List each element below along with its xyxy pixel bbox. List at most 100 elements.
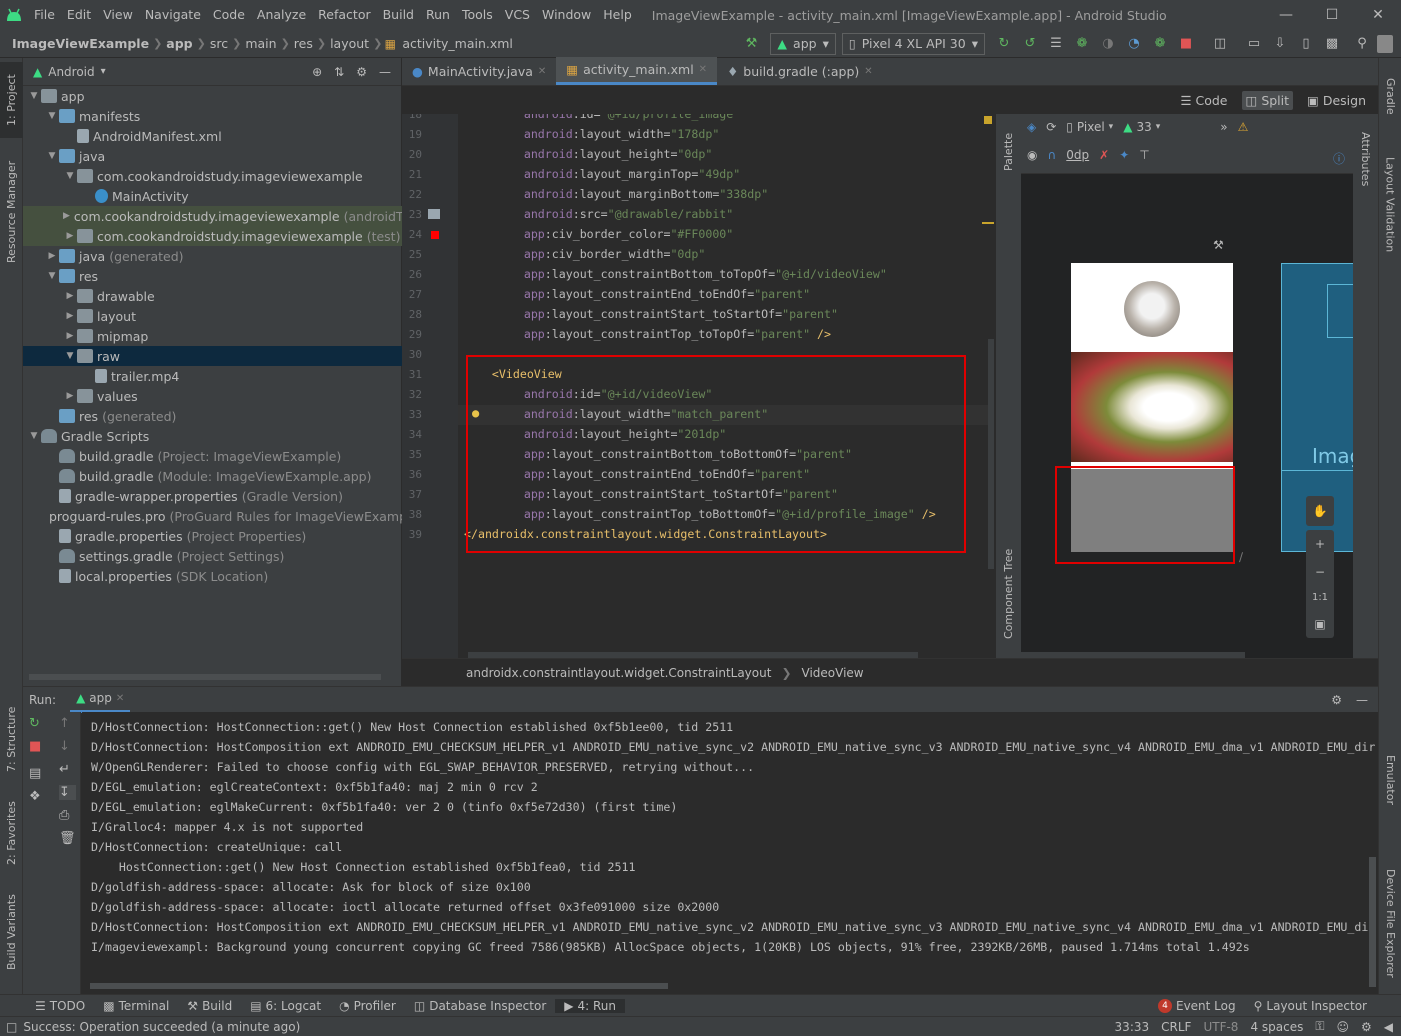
device-manager-icon[interactable]: ▯ xyxy=(1295,33,1317,55)
expand-arrow-icon[interactable]: ▶ xyxy=(45,251,59,261)
tab-activity-main-xml[interactable]: ▦ activity_main.xml ✕ xyxy=(556,57,718,85)
code-line[interactable]: app:layout_constraintBottom_toTopOf="@+i… xyxy=(468,267,887,281)
menu-window[interactable]: Window xyxy=(536,0,597,30)
tree-item[interactable]: gradle-wrapper.properties (Gradle Version… xyxy=(23,486,402,506)
wrench-icon[interactable]: ⚒ xyxy=(1213,238,1224,252)
more-icon[interactable]: » xyxy=(1220,120,1227,134)
expand-arrow-icon[interactable]: ▼ xyxy=(45,271,59,281)
api-selector[interactable]: ▲ 33 ▾ xyxy=(1123,120,1160,134)
orientation-icon[interactable]: ⟳ xyxy=(1046,120,1056,134)
tab-emulator[interactable]: Emulator xyxy=(1379,718,1401,842)
expand-arrow-icon[interactable]: ▼ xyxy=(27,431,41,441)
tree-item[interactable]: MainActivity xyxy=(23,186,402,206)
tree-item[interactable]: ▼ raw xyxy=(23,346,402,366)
lightbulb-icon[interactable]: ● xyxy=(472,406,479,420)
tab-gradle[interactable]: Gradle xyxy=(1379,68,1401,124)
collapse-all-icon[interactable]: ⇅ xyxy=(334,65,344,79)
run-console[interactable]: D/HostConnection: HostConnection::get() … xyxy=(82,712,1378,994)
tree-item[interactable]: proguard-rules.pro (ProGuard Rules for Im… xyxy=(23,506,402,526)
device-selector[interactable]: ▯ Pixel ▾ xyxy=(1066,120,1113,134)
tab-todo[interactable]: ☰ TODO xyxy=(26,999,94,1013)
indent-setting[interactable]: 4 spaces xyxy=(1250,1020,1303,1034)
menu-view[interactable]: View xyxy=(97,0,139,30)
zoom-to-fit-icon[interactable]: ▣ xyxy=(1314,617,1325,631)
sync-project-icon[interactable]: ◫ xyxy=(1209,33,1231,55)
close-icon[interactable]: ✕ xyxy=(538,66,546,77)
expand-arrow-icon[interactable]: ▶ xyxy=(63,291,77,301)
print-icon[interactable]: ⎙ xyxy=(59,808,76,823)
tab-terminal[interactable]: ▩ Terminal xyxy=(94,999,178,1013)
gear-icon[interactable]: ⚙ xyxy=(356,65,367,79)
tab-structure[interactable]: 7: Structure xyxy=(0,698,23,780)
tab-mainactivity-java[interactable]: ● MainActivity.java ✕ xyxy=(402,57,556,85)
trash-icon[interactable]: 🗑 xyxy=(59,831,76,846)
status-message[interactable]: Success: Operation succeeded (a minute a… xyxy=(17,1020,300,1034)
tree-item[interactable]: ▶ mipmap xyxy=(23,326,402,346)
menu-code[interactable]: Code xyxy=(207,0,251,30)
chevron-down-icon[interactable]: ▾ xyxy=(101,66,106,77)
stop-icon[interactable]: ■ xyxy=(29,739,41,754)
breadcrumb-layout[interactable]: layout xyxy=(326,36,373,51)
tab-device-file-explorer[interactable]: Device File Explorer xyxy=(1379,858,1401,988)
zoom-out-icon[interactable]: − xyxy=(1315,565,1325,579)
code-line[interactable]: android:layout_marginBottom="338dp" xyxy=(468,187,768,201)
design-mode-button[interactable]: ▣ Design xyxy=(1303,91,1370,110)
layout-inspector-button[interactable]: ⚲ Layout Inspector xyxy=(1245,999,1401,1013)
tree-item[interactable]: build.gradle (Project: ImageViewExample) xyxy=(23,446,402,466)
tree-item[interactable]: ▼ Gradle Scripts xyxy=(23,426,402,446)
close-icon[interactable]: ✕ xyxy=(699,64,707,75)
gear-icon[interactable]: ⚙ xyxy=(1331,693,1342,707)
tab-resource-manager[interactable]: Resource Manager xyxy=(0,152,23,272)
clear-constraints-icon[interactable]: ✗ xyxy=(1099,148,1109,162)
caret-position[interactable]: 33:33 xyxy=(1115,1020,1150,1034)
status-square-icon[interactable]: □ xyxy=(0,1020,17,1034)
apply-changes-restart-icon[interactable]: ↻ xyxy=(993,33,1015,55)
tab-profiler[interactable]: ◔ Profiler xyxy=(330,999,405,1013)
line-separator[interactable]: CRLF xyxy=(1161,1020,1191,1034)
tab-database-inspector[interactable]: ◫ Database Inspector xyxy=(405,999,555,1013)
tree-item[interactable]: AndroidManifest.xml xyxy=(23,126,402,146)
tab-component-tree[interactable]: Component Tree xyxy=(996,539,1021,649)
expand-arrow-icon[interactable]: ▼ xyxy=(63,351,77,361)
file-encoding[interactable]: UTF-8 xyxy=(1203,1020,1238,1034)
expand-arrow-icon[interactable]: ▶ xyxy=(63,391,77,401)
breadcrumb-module[interactable]: app xyxy=(162,36,196,51)
pin-icon[interactable]: ❖ xyxy=(29,789,41,804)
layers-icon[interactable]: ◈ xyxy=(1027,120,1036,134)
tab-build[interactable]: ⚒ Build xyxy=(178,999,241,1013)
breadcrumb-res[interactable]: res xyxy=(290,36,317,51)
tab-build-variants[interactable]: Build Variants xyxy=(0,886,23,978)
tree-item[interactable]: build.gradle (Module: ImageViewExample.ap… xyxy=(23,466,402,486)
pan-button[interactable]: ✋ xyxy=(1306,496,1334,526)
tree-item[interactable]: ▼ app xyxy=(23,86,402,106)
expand-arrow-icon[interactable]: ▼ xyxy=(45,111,59,121)
profile-image-preview[interactable] xyxy=(1124,281,1180,337)
debug-icon[interactable]: ❁ xyxy=(1071,33,1093,55)
breadcrumb-src[interactable]: src xyxy=(206,36,232,51)
sdk-manager-icon[interactable]: ⇩ xyxy=(1269,33,1291,55)
event-log-button[interactable]: 4 Event Log xyxy=(1149,998,1245,1013)
split-mode-button[interactable]: ◫ Split xyxy=(1241,90,1294,110)
tree-item[interactable]: settings.gradle (Project Settings) xyxy=(23,546,402,566)
magnet-icon[interactable]: ∩ xyxy=(1047,148,1056,162)
search-icon[interactable]: ⚲ xyxy=(1351,33,1373,55)
expand-arrow-icon[interactable]: ▶ xyxy=(63,211,70,221)
menu-vcs[interactable]: VCS xyxy=(499,0,536,30)
profile-icon[interactable]: ◔ xyxy=(1123,33,1145,55)
code-line[interactable]: android:layout_height="0dp" xyxy=(468,147,712,161)
code-line[interactable]: android:id="@+id/profile_image" xyxy=(468,114,740,121)
stop-icon[interactable]: ■ xyxy=(1175,33,1197,55)
run-tab-app[interactable]: ▲ app ✕ xyxy=(70,687,131,713)
run-config-dropdown[interactable]: ▲ app ▾ xyxy=(770,32,836,55)
zoom-actual-size-button[interactable]: 1:1 xyxy=(1312,592,1328,603)
tree-item[interactable]: ▶ com.cookandroidstudy.imageviewexample (a… xyxy=(23,206,402,226)
breadcrumb-file[interactable]: activity_main.xml xyxy=(398,36,517,51)
inspector-face-icon[interactable]: ☺ xyxy=(1336,1020,1349,1034)
menu-run[interactable]: Run xyxy=(420,0,456,30)
menu-tools[interactable]: Tools xyxy=(456,0,499,30)
tree-item[interactable]: res (generated) xyxy=(23,406,402,426)
infer-constraints-icon[interactable]: ✦ xyxy=(1119,148,1129,162)
minimize-button[interactable]: — xyxy=(1263,0,1309,30)
color-swatch-icon[interactable] xyxy=(431,231,439,239)
tab-project[interactable]: 1: Project xyxy=(0,62,23,138)
